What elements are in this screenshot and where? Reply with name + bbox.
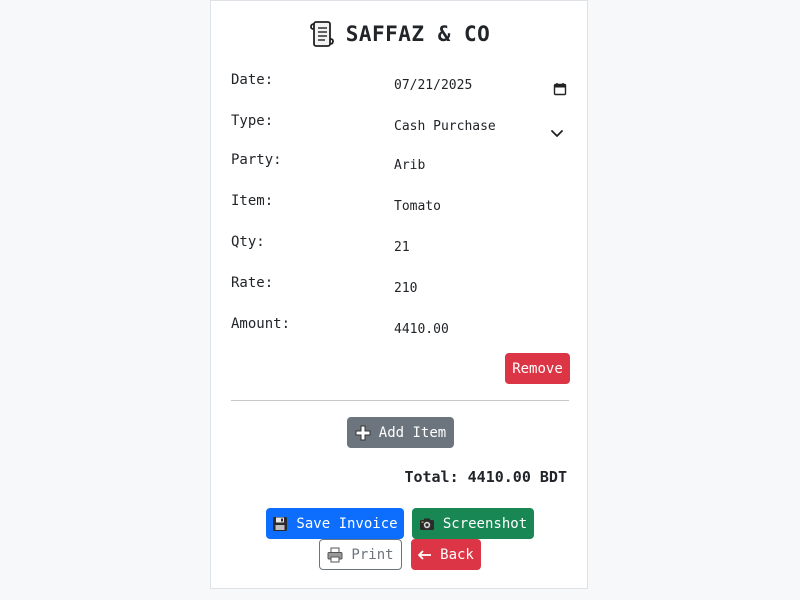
date-label: Date: — [231, 72, 274, 88]
save-invoice-button[interactable]: Save Invoice — [266, 508, 404, 539]
party-row: Party: Arib — [231, 152, 569, 182]
remove-button[interactable]: Remove — [505, 353, 570, 384]
date-input[interactable]: 07/21/2025 — [394, 72, 569, 100]
print-button[interactable]: Print — [319, 539, 402, 570]
rate-row: Rate: 210 — [231, 275, 569, 305]
screenshot-button[interactable]: Screenshot — [412, 508, 534, 539]
scroll-icon — [308, 19, 336, 49]
item-row: Item: Tomato — [231, 193, 569, 223]
rate-value: 210 — [394, 281, 418, 296]
amount-row: Amount: 4410.00 — [231, 316, 569, 346]
printer-icon — [327, 547, 343, 563]
qty-input[interactable]: 21 — [394, 234, 569, 262]
plus-icon — [355, 425, 371, 441]
print-label: Print — [351, 546, 394, 563]
item-value: Tomato — [394, 199, 441, 214]
party-input[interactable]: Arib — [394, 152, 569, 180]
screenshot-label: Screenshot — [442, 515, 528, 532]
date-value: 07/21/2025 — [394, 78, 473, 93]
camera-icon — [419, 516, 435, 532]
rate-label: Rate: — [231, 275, 274, 291]
type-value: Cash Purchase — [394, 119, 496, 134]
company-title: SAFFAZ & CO — [345, 22, 491, 46]
add-item-button[interactable]: Add Item — [347, 417, 454, 448]
qty-row: Qty: 21 — [231, 234, 569, 264]
amount-label: Amount: — [231, 316, 291, 332]
floppy-disk-icon — [272, 516, 288, 532]
invoice-card: SAFFAZ & CO Date: 07/21/2025 Type: Cash … — [210, 0, 588, 589]
invoice-header: SAFFAZ & CO — [211, 19, 587, 49]
amount-value: 4410.00 — [394, 322, 449, 337]
party-value: Arib — [394, 158, 426, 173]
arrow-left-icon — [418, 547, 432, 563]
qty-value: 21 — [394, 240, 410, 255]
remove-button-label: Remove — [512, 360, 563, 377]
amount-field: 4410.00 — [394, 316, 569, 344]
calendar-icon[interactable] — [553, 79, 567, 96]
item-input[interactable]: Tomato — [394, 193, 569, 221]
invoice-total: Total: 4410.00 BDT — [404, 468, 567, 486]
chevron-down-icon — [551, 122, 563, 137]
type-row: Type: Cash Purchase — [231, 113, 569, 143]
divider — [231, 400, 569, 401]
save-invoice-label: Save Invoice — [296, 515, 398, 532]
type-select[interactable]: Cash Purchase — [394, 113, 569, 141]
party-label: Party: — [231, 152, 282, 168]
date-row: Date: 07/21/2025 — [231, 72, 569, 102]
item-label: Item: — [231, 193, 274, 209]
rate-input[interactable]: 210 — [394, 275, 569, 303]
add-item-label: Add Item — [378, 424, 447, 441]
qty-label: Qty: — [231, 234, 265, 250]
type-label: Type: — [231, 113, 274, 129]
back-label: Back — [440, 546, 474, 563]
back-button[interactable]: Back — [411, 539, 481, 570]
